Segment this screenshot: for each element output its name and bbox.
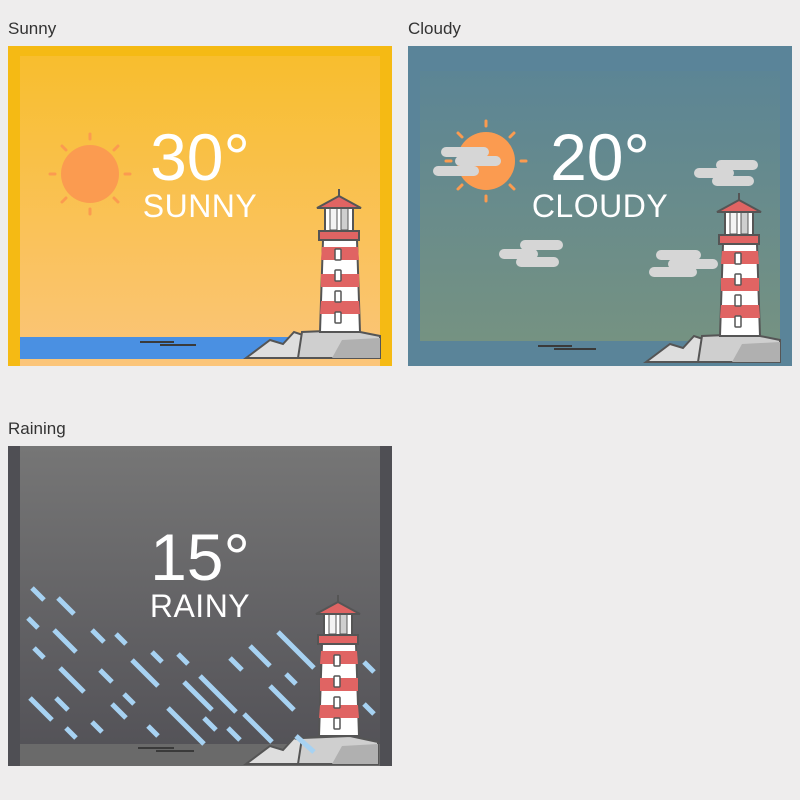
weather-card-cloudy: 20° CLOUDY [408, 46, 792, 366]
condition-label: CLOUDY [531, 188, 669, 224]
panel-label-cloudy: Cloudy [408, 19, 461, 38]
temperature: 15° [150, 520, 250, 594]
panel-label-sunny: Sunny [8, 19, 57, 38]
weather-card-rainy: 15° RAINY [8, 446, 392, 766]
condition-label: SUNNY [142, 188, 258, 224]
panel-label-raining: Raining [8, 419, 66, 438]
temperature: 20° [550, 120, 650, 194]
condition-label: RAINY [149, 588, 251, 624]
weather-card-sunny: 30° SUNNY [8, 46, 392, 366]
temperature: 30° [150, 120, 250, 194]
